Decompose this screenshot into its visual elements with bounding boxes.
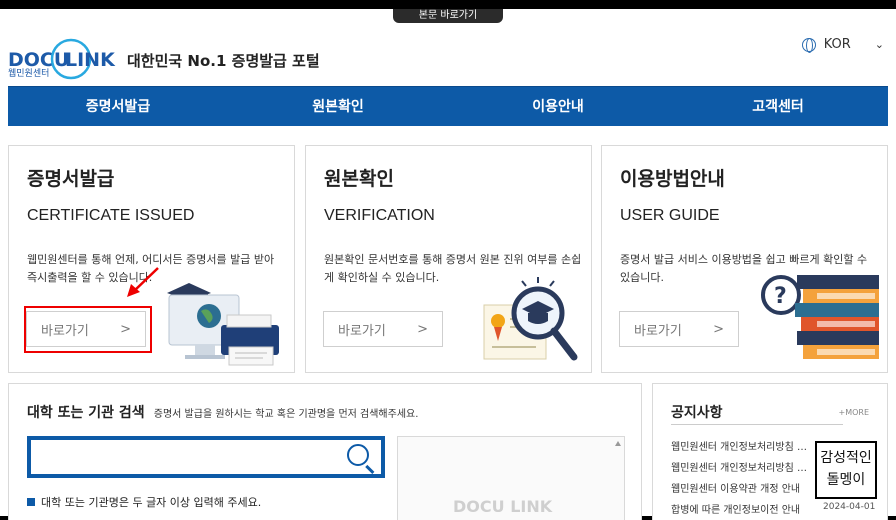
nav-item-guide[interactable]: 이용안내 [448, 87, 668, 126]
card-certificate: 증명서발급 CERTIFICATE ISSUED 웹민원센터를 통해 언제, 어… [8, 145, 295, 373]
divider [671, 424, 843, 425]
search-result-panel: DOCU LINK [397, 436, 625, 520]
search-hint: 증명서 발급을 원하시는 학교 혹은 기관명을 먼저 검색해주세요. [153, 409, 419, 420]
notice-item[interactable]: 웹민원센터 이용약관 개정 안내 [671, 482, 821, 503]
go-button-verification[interactable]: 바로가기 > [323, 311, 443, 347]
computer-printer-illustration [167, 283, 279, 366]
button-label: 바로가기 [338, 323, 386, 339]
button-label: 바로가기 [41, 323, 89, 339]
institution-search-panel: 대학 또는 기관 검색 증명서 발급을 원하시는 학교 혹은 기관명을 먼저 검… [8, 383, 642, 520]
red-arrow-icon [127, 267, 159, 297]
search-title: 대학 또는 기관 검색 [27, 405, 145, 421]
card-title: 이용방법안내 [620, 168, 725, 190]
notice-item[interactable]: 웹민원센터 개인정보처리방침 … [671, 461, 821, 482]
bullet-square-icon [27, 498, 35, 506]
language-selector[interactable]: KOR ⌄ [801, 37, 884, 53]
search-icon[interactable] [347, 444, 369, 466]
books-question-illustration: ? [761, 275, 879, 359]
button-label: 바로가기 [634, 323, 682, 339]
go-button-certificate[interactable]: 바로가기 > [26, 311, 146, 347]
search-note: 대학 또는 기관명은 두 글자 이상 입력해 주세요. [27, 494, 261, 510]
search-input[interactable] [27, 436, 385, 478]
logo-subtitle: 웹민원센터 [8, 69, 50, 79]
language-label: KOR [823, 37, 851, 52]
header: DOCU LINK 웹민원센터 대한민국 No.1 증명발급 포털 KOR ⌄ [0, 18, 896, 86]
watermark-stamp: 감성적인 돌멩이 [815, 441, 877, 499]
notice-item[interactable]: 웹민원센터 개인정보처리방침 … [671, 440, 821, 461]
go-button-user-guide[interactable]: 바로가기 > [619, 311, 739, 347]
card-subtitle: VERIFICATION [324, 207, 435, 224]
stamp-line: 감성적인 [820, 450, 872, 466]
card-subtitle: USER GUIDE [620, 207, 720, 224]
svg-text:?: ? [774, 284, 787, 309]
search-note-text: 대학 또는 기관명은 두 글자 이상 입력해 주세요. [41, 496, 262, 509]
notice-date: 2024-04-01 [823, 502, 876, 512]
card-title: 원본확인 [324, 168, 394, 190]
notice-item[interactable]: 합병에 따른 개인정보이전 안내 [671, 503, 821, 520]
logo[interactable]: DOCU LINK 웹민원센터 [8, 38, 120, 82]
logo-watermark: DOCU LINK [453, 497, 553, 516]
chevron-right-icon: > [713, 321, 724, 337]
nav-item-certificate[interactable]: 증명서발급 [8, 87, 228, 126]
notice-more-link[interactable]: +MORE [838, 408, 869, 417]
scrollbar[interactable] [614, 439, 622, 520]
card-subtitle: CERTIFICATE ISSUED [27, 207, 195, 224]
chevron-right-icon: > [120, 321, 131, 337]
globe-icon [801, 37, 816, 53]
nav-item-support[interactable]: 고객센터 [668, 87, 888, 126]
site-tagline: 대한민국 No.1 증명발급 포털 [127, 52, 320, 70]
chevron-right-icon: > [417, 321, 428, 337]
card-title: 증명서발급 [27, 168, 115, 190]
chevron-down-icon: ⌄ [874, 38, 884, 51]
svg-text:LINK: LINK [65, 49, 116, 71]
page: 본문 바로가기 DOCU LINK 웹민원센터 대한민국 No.1 증명발급 포… [0, 0, 896, 520]
card-user-guide: 이용방법안내 USER GUIDE 증명서 발급 서비스 이용방법을 쉽고 빠르… [601, 145, 888, 373]
certificate-magnifier-illustration [483, 277, 578, 361]
card-verification: 원본확인 VERIFICATION 원본확인 문서번호를 통해 증명서 원본 진… [305, 145, 592, 373]
nav-item-verification[interactable]: 원본확인 [228, 87, 448, 126]
main-nav: 증명서발급 원본확인 이용안내 고객센터 [8, 86, 888, 126]
stamp-line: 돌멩이 [826, 472, 866, 488]
notice-list: 웹민원센터 개인정보처리방침 … 웹민원센터 개인정보처리방침 … 웹민원센터 … [671, 440, 821, 520]
